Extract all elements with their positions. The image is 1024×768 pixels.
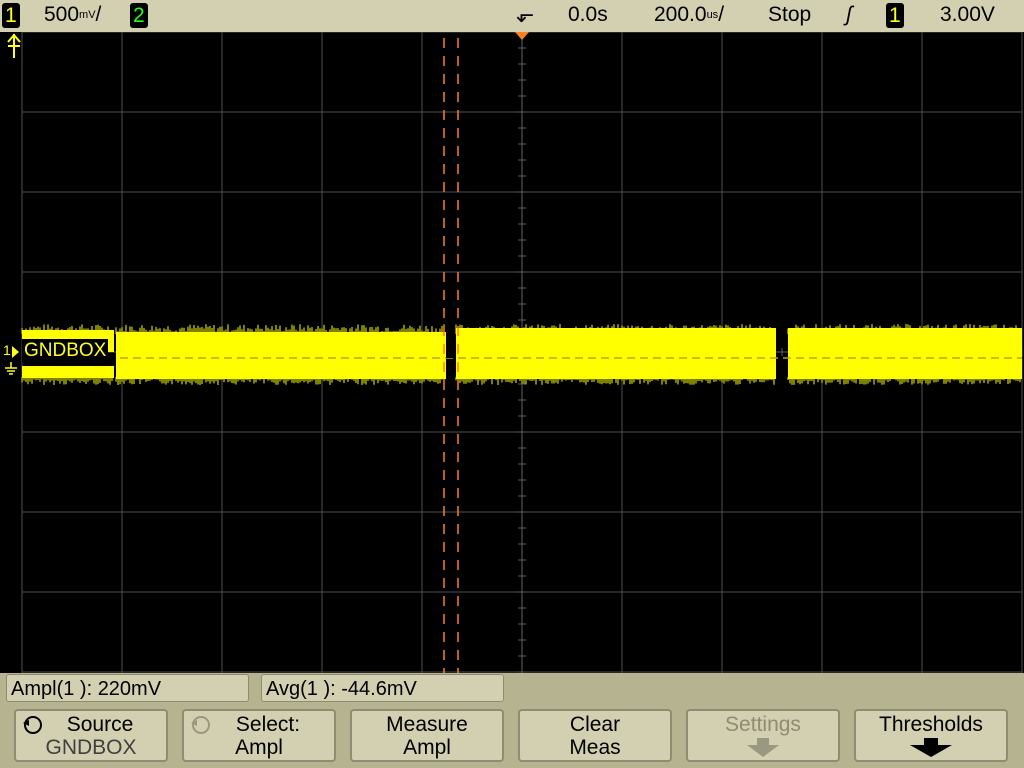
softkey-measure-line1: Measure <box>386 713 468 736</box>
softkey-measure[interactable]: Measure Ampl <box>350 709 504 762</box>
softkey-select-line2: Ampl <box>235 736 283 759</box>
softkey-thresholds-line1: Thresholds <box>879 713 983 736</box>
rising-edge-icon: ʃ <box>846 3 853 26</box>
channel-1-marker-number: 1 <box>3 342 11 358</box>
channel-1-indicator[interactable]: 1 <box>2 3 20 28</box>
softkey-settings-line1: Settings <box>725 713 801 736</box>
softkey-settings[interactable]: Settings <box>686 709 840 762</box>
trigger-position-icon: ⬐ <box>516 2 535 27</box>
measurement-ampl-value: 220mV <box>97 678 162 700</box>
measurement-ampl-label: Ampl(1 ): <box>11 678 93 700</box>
trigger-level: 3.00V <box>940 3 995 26</box>
channel-1-ground-marker[interactable] <box>12 346 19 358</box>
time-scale-unit: us <box>706 9 719 21</box>
run-state[interactable]: Stop <box>768 2 811 28</box>
left-marker-strip: 1 <box>0 32 21 673</box>
channel-1-scale-unit: mV <box>79 9 96 21</box>
softkey-select[interactable]: Select: Ampl <box>182 709 336 762</box>
ground-reference-icon <box>5 362 17 375</box>
rotate-knob-icon <box>23 716 42 734</box>
softkey-source[interactable]: Source GNDBOX <box>14 709 168 762</box>
measurement-ampl: Ampl(1 ): 220mV <box>6 674 249 702</box>
softkey-clear-meas[interactable]: Clear Meas <box>518 709 672 762</box>
softkey-clear-line1: Clear <box>569 713 621 736</box>
channel-1-scale: 500mV/ <box>44 3 102 26</box>
trigger-level-icon <box>7 33 21 58</box>
time-delay: 0.0s <box>568 3 608 26</box>
rotate-knob-icon <box>191 716 210 734</box>
submenu-arrow-icon <box>910 738 952 757</box>
measurement-avg-label: Avg(1 ): <box>266 678 336 700</box>
waveform-display[interactable]: 1 GNDBOX <box>0 32 1024 673</box>
status-bar: 1 500mV/ 2 ⬐ 0.0s 200.0us/ Stop ʃ 1 3.00… <box>0 0 1024 32</box>
trigger-position-marker[interactable] <box>515 32 529 40</box>
softkey-thresholds[interactable]: Thresholds <box>854 709 1008 762</box>
submenu-arrow-icon <box>747 738 779 757</box>
time-scale-value: 200.0 <box>654 3 707 26</box>
measurement-avg: Avg(1 ): -44.6mV <box>261 674 504 702</box>
softkey-measure-line2: Ampl <box>403 736 451 759</box>
trigger-source[interactable]: 1 <box>886 3 904 28</box>
channel-2-indicator[interactable]: 2 <box>130 3 148 28</box>
channel-1-label: GNDBOX <box>22 339 109 363</box>
measurement-cursors[interactable] <box>0 32 1024 673</box>
softkey-source-line2: GNDBOX <box>45 736 137 759</box>
softkey-clear-line2: Meas <box>569 736 621 759</box>
channel-1-scale-value: 500 <box>44 3 80 26</box>
time-scale: 200.0us/ <box>654 3 725 26</box>
measurement-avg-value: -44.6mV <box>341 678 417 700</box>
